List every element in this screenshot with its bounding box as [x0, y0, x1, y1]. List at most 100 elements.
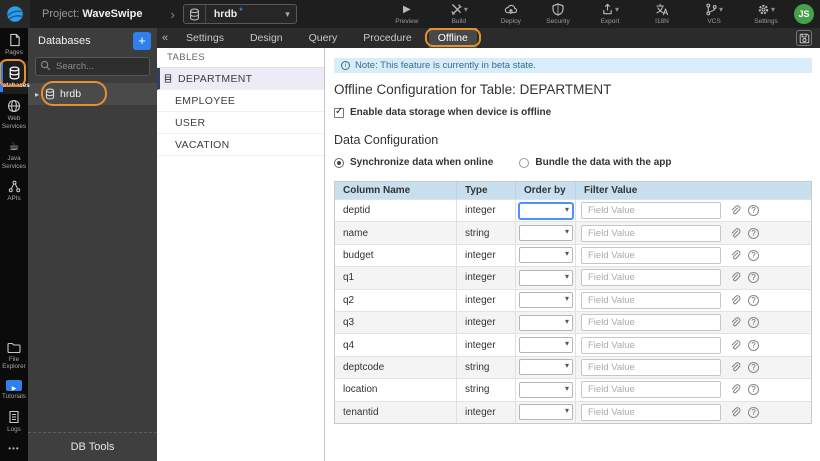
column-name-cell: tenantid: [335, 401, 457, 423]
sidebar-item-tutorials[interactable]: Tutorials: [0, 375, 28, 405]
sidebar-item-web-services[interactable]: Web Services: [0, 94, 28, 135]
order-by-select[interactable]: [519, 292, 573, 309]
filter-value-input[interactable]: [581, 269, 721, 287]
chevron-down-icon: [565, 406, 569, 415]
table-row: name string: [335, 221, 811, 244]
expand-caret-icon[interactable]: [35, 90, 39, 99]
filter-value-input[interactable]: [581, 224, 721, 242]
chevron-down-icon: [464, 5, 468, 14]
paperclip-icon[interactable]: [730, 295, 741, 306]
order-by-select[interactable]: [519, 247, 573, 264]
column-name-cell: budget: [335, 244, 457, 267]
help-icon[interactable]: [748, 317, 759, 329]
help-icon[interactable]: [748, 272, 759, 284]
enable-offline-storage-checkbox[interactable]: [334, 107, 344, 118]
paperclip-icon[interactable]: [730, 407, 741, 418]
help-icon[interactable]: [748, 249, 759, 261]
database-tree-item-hrdb[interactable]: hrdb: [28, 81, 157, 106]
type-cell: integer: [457, 334, 516, 356]
filter-value-input[interactable]: [581, 314, 721, 332]
help-icon[interactable]: [748, 339, 759, 351]
vcs-button[interactable]: VCS: [696, 3, 732, 25]
build-button[interactable]: Build: [441, 3, 477, 25]
paperclip-icon[interactable]: [730, 272, 741, 283]
filter-value-input[interactable]: [581, 336, 721, 354]
table-list-item-department[interactable]: DEPARTMENT: [157, 68, 324, 90]
save-button[interactable]: [796, 30, 812, 46]
order-by-select[interactable]: [519, 202, 573, 219]
order-by-select[interactable]: [519, 225, 573, 242]
toolbar-left-actions: Preview Build: [389, 3, 529, 25]
paperclip-icon[interactable]: [730, 227, 741, 239]
settings-button[interactable]: Settings: [748, 3, 784, 25]
sidebar-item-java-services[interactable]: Java Services: [0, 134, 28, 175]
table-list-item-vacation[interactable]: VACATION: [157, 134, 324, 156]
log-icon: [9, 411, 19, 424]
filter-value-input[interactable]: [581, 381, 721, 399]
user-avatar[interactable]: JS: [794, 4, 814, 24]
column-name-cell: q4: [335, 334, 457, 356]
build-icon: [451, 4, 462, 15]
type-cell: string: [457, 222, 516, 244]
paperclip-icon[interactable]: [730, 317, 741, 328]
table-icon: [164, 73, 172, 84]
order-by-select[interactable]: [519, 314, 573, 331]
table-header-row: Column Name Type Order by Filter Value: [335, 182, 811, 199]
bundle-radio[interactable]: [519, 157, 530, 168]
table-list-item-employee[interactable]: EMPLOYEE: [157, 90, 324, 112]
help-icon[interactable]: [748, 384, 759, 396]
filter-value-input[interactable]: [581, 202, 721, 220]
security-button[interactable]: Security: [540, 3, 576, 25]
order-by-select[interactable]: [519, 269, 573, 286]
order-by-select[interactable]: [519, 404, 573, 421]
database-icon: [45, 88, 55, 100]
paperclip-icon[interactable]: [730, 339, 741, 351]
tab-design[interactable]: Design: [241, 28, 292, 48]
shield-icon: [552, 3, 564, 16]
page-icon: [9, 33, 20, 47]
paperclip-icon[interactable]: [730, 362, 741, 373]
filter-value-input[interactable]: [581, 291, 721, 309]
database-selector-dropdown[interactable]: hrdb: [182, 4, 297, 24]
page-title: Offline Configuration for Table: DEPARTM…: [334, 82, 612, 97]
save-icon: [799, 33, 809, 43]
order-by-select[interactable]: [519, 381, 573, 398]
preview-button[interactable]: Preview: [389, 3, 425, 25]
paperclip-icon[interactable]: [730, 384, 741, 395]
order-by-select[interactable]: [519, 359, 573, 376]
db-tools-button[interactable]: DB Tools: [28, 432, 157, 461]
filter-value-input[interactable]: [581, 358, 721, 376]
tab-offline[interactable]: Offline: [424, 28, 481, 48]
sidebar-item-apis[interactable]: APIs: [0, 175, 28, 207]
sidebar-item-pages[interactable]: Pages: [0, 28, 28, 61]
deploy-button[interactable]: Deploy: [493, 3, 529, 25]
tab-procedure[interactable]: Procedure: [354, 28, 420, 48]
sidebar-item-databases[interactable]: Databases: [0, 58, 30, 94]
paperclip-icon[interactable]: [730, 205, 741, 216]
database-name: hrdb: [60, 88, 82, 100]
help-icon[interactable]: [748, 361, 759, 373]
synchronize-radio[interactable]: [334, 157, 344, 168]
table-list-item-user[interactable]: USER: [157, 112, 324, 134]
export-button[interactable]: Export: [592, 3, 628, 25]
app-logo[interactable]: [0, 0, 30, 28]
add-database-button[interactable]: [133, 32, 151, 50]
order-by-select[interactable]: [519, 337, 573, 354]
table-row: deptcode string: [335, 355, 811, 379]
filter-value-input[interactable]: [581, 403, 721, 421]
deploy-icon: [504, 4, 517, 15]
sidebar-item-logs[interactable]: Logs: [0, 405, 28, 438]
paperclip-icon[interactable]: [730, 250, 741, 261]
help-icon[interactable]: [748, 227, 759, 239]
filter-value-input[interactable]: [581, 246, 721, 264]
tab-query[interactable]: Query: [300, 28, 347, 48]
i18n-button[interactable]: I18N: [644, 3, 680, 25]
sidebar-item-file-explorer[interactable]: File Explorer: [0, 337, 28, 376]
more-options-icon[interactable]: [8, 438, 19, 461]
help-icon[interactable]: [748, 205, 759, 217]
collapse-panel-icon[interactable]: [157, 28, 173, 48]
search-input[interactable]: [35, 57, 150, 76]
tab-settings[interactable]: Settings: [177, 28, 233, 48]
help-icon[interactable]: [748, 406, 759, 418]
help-icon[interactable]: [748, 294, 759, 306]
